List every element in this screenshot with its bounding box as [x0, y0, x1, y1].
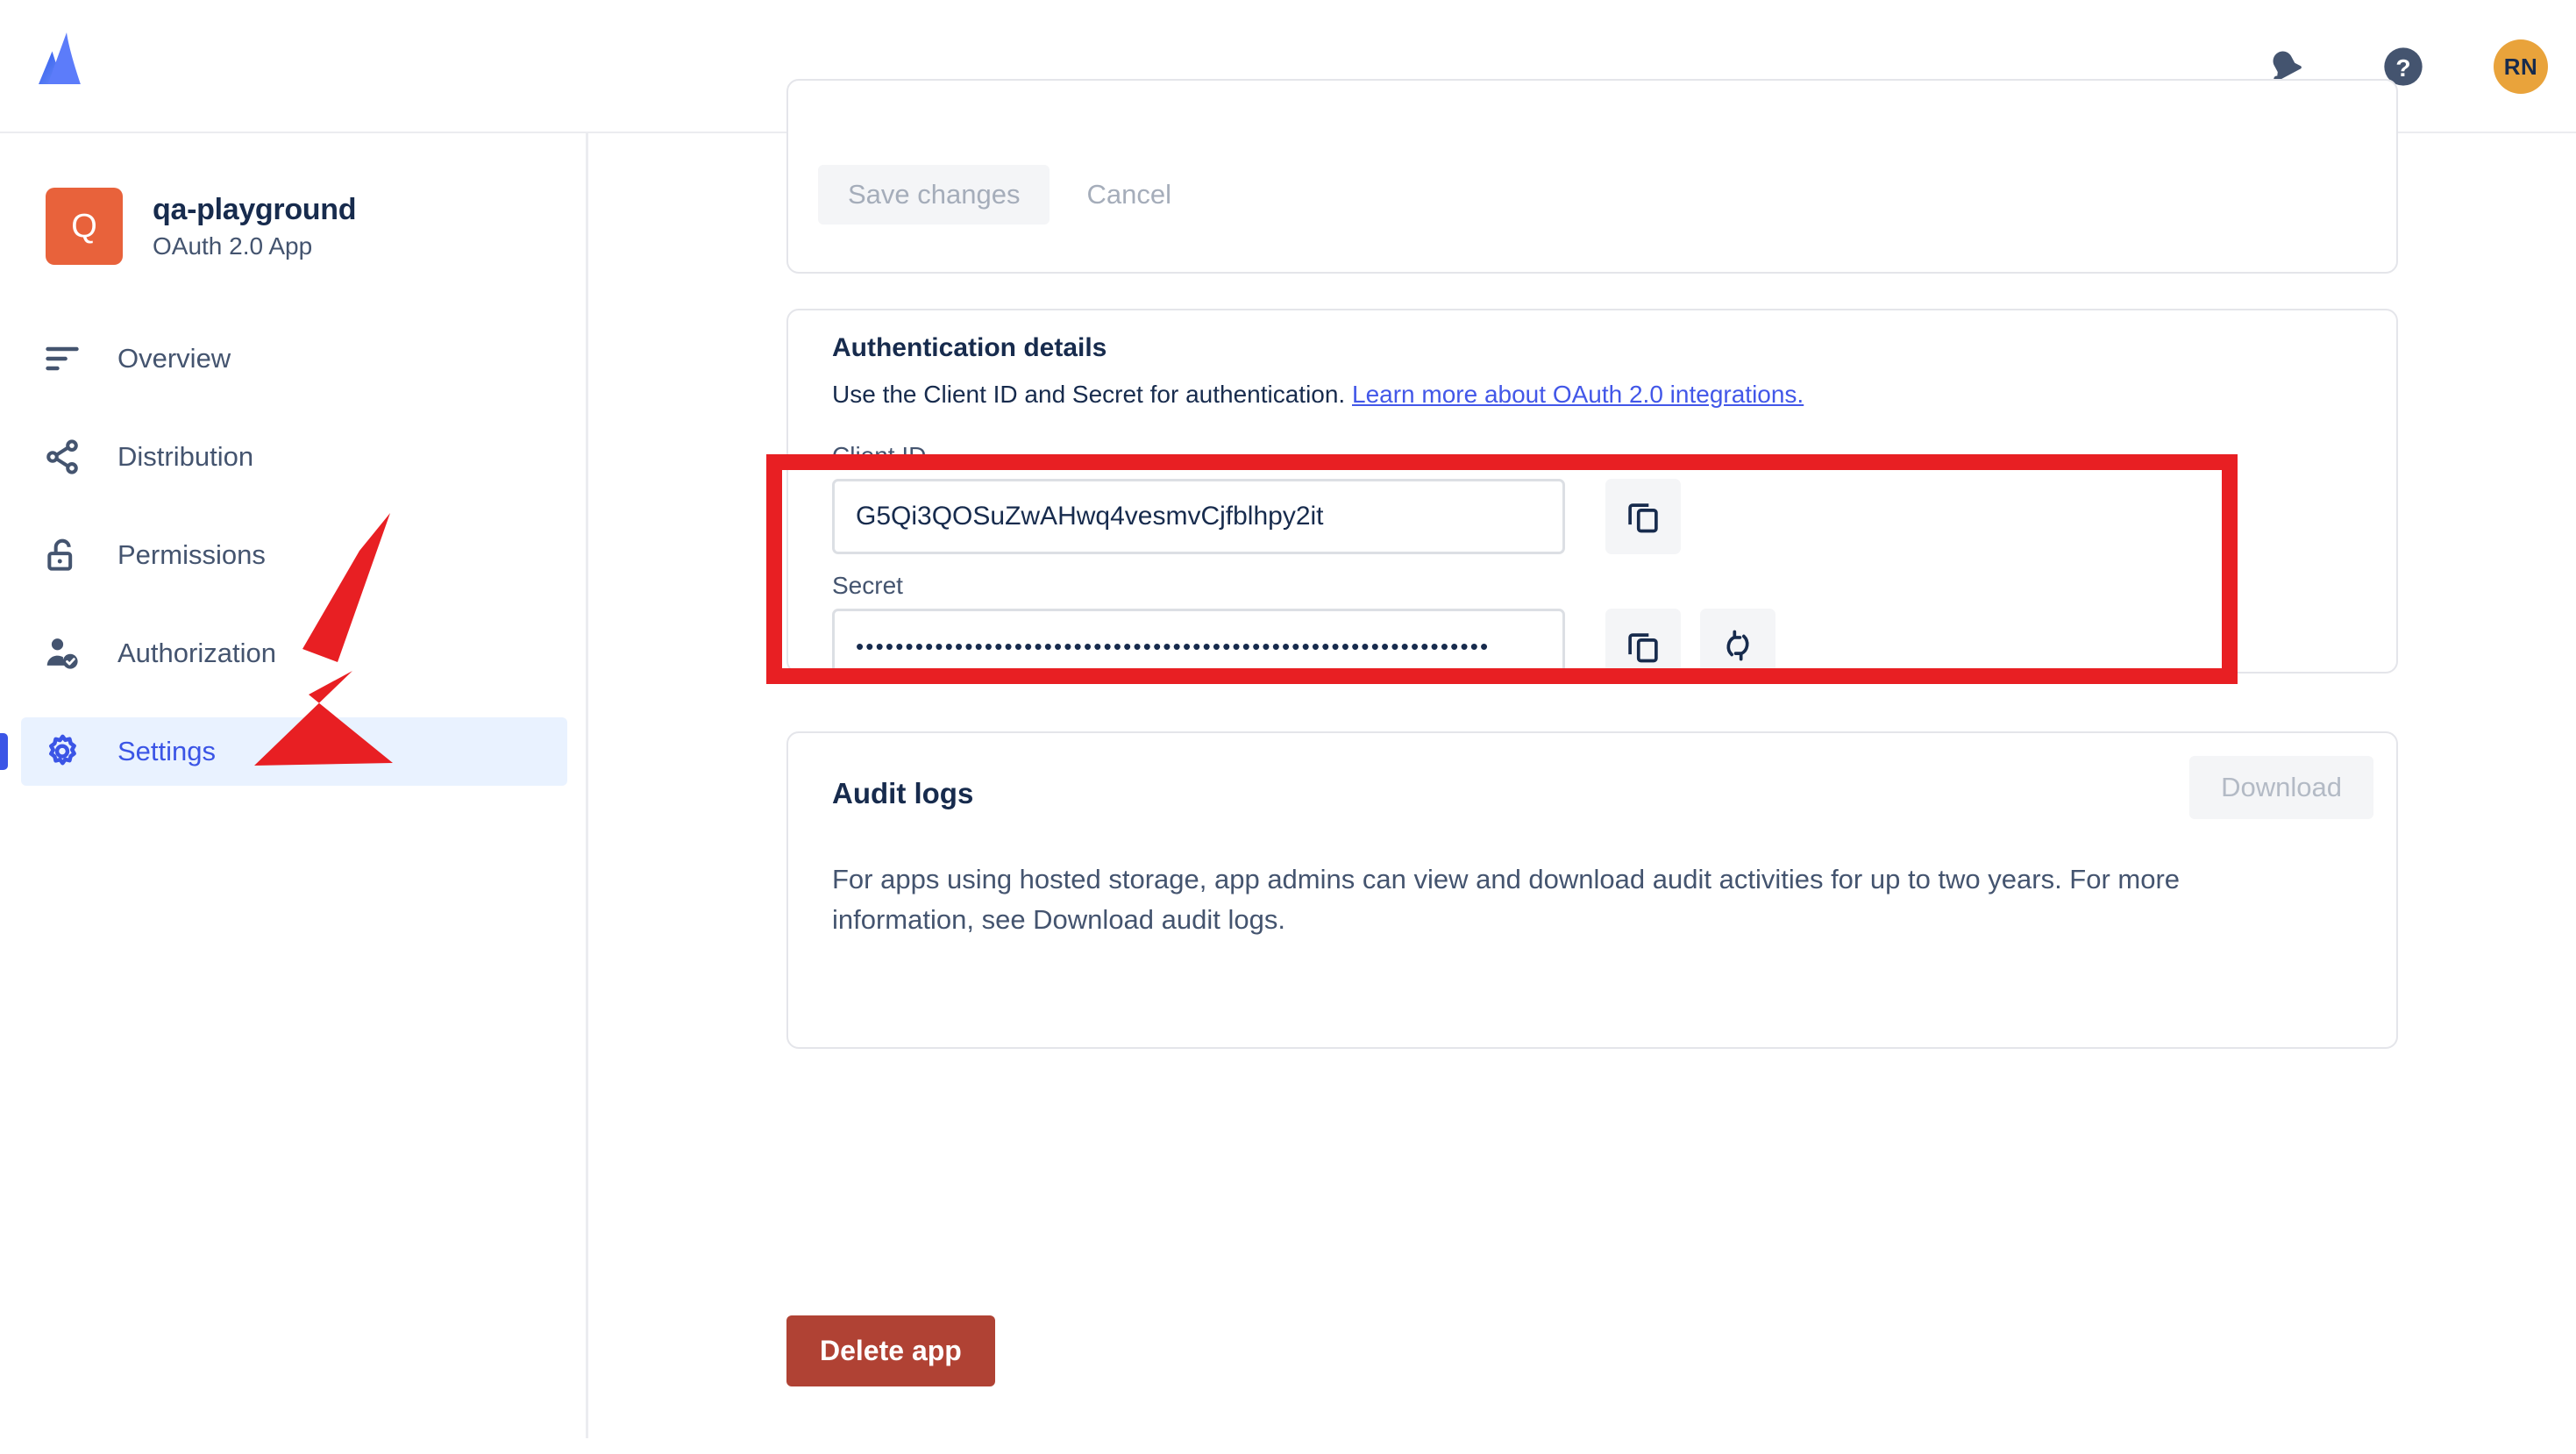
download-audit-logs-button[interactable]: Download — [2189, 756, 2373, 819]
copy-secret-button[interactable] — [1605, 609, 1681, 684]
sidebar-nav: Overview Distribution Permissions Author… — [0, 324, 588, 816]
user-avatar[interactable]: RN — [2494, 39, 2548, 94]
rotate-secret-button[interactable] — [1700, 609, 1775, 684]
svg-text:?: ? — [2395, 54, 2410, 82]
sidebar-item-distribution[interactable]: Distribution — [21, 423, 567, 491]
authentication-details-card: Authentication details Use the Client ID… — [786, 309, 2398, 684]
secret-masked-value: ••••••••••••••••••••••••••••••••••••••••… — [856, 633, 1491, 659]
sidebar-item-permissions[interactable]: Permissions — [21, 521, 567, 589]
copy-icon — [1625, 627, 1662, 666]
sidebar: Q qa-playground OAuth 2.0 App Overview D… — [0, 133, 588, 1438]
cancel-button[interactable]: Cancel — [1067, 165, 1191, 225]
sidebar-item-settings[interactable]: Settings — [0, 717, 567, 786]
app-avatar-letter: Q — [71, 207, 97, 245]
unlock-icon — [42, 535, 82, 575]
sidebar-app-header: Q qa-playground OAuth 2.0 App — [46, 188, 357, 265]
secret-input[interactable]: ••••••••••••••••••••••••••••••••••••••••… — [832, 609, 1565, 684]
sidebar-item-label: Settings — [117, 736, 217, 766]
main-content: Save changes Cancel Authentication detai… — [588, 79, 2576, 1454]
copy-icon — [1625, 497, 1662, 537]
sidebar-item-label: Permissions — [117, 539, 266, 570]
secret-label: Secret — [832, 572, 903, 599]
audit-logs-card: Audit logs Download For apps using hoste… — [786, 731, 2398, 1049]
gear-icon — [42, 731, 82, 772]
auth-subtitle-text: Use the Client ID and Secret for authent… — [832, 381, 1346, 408]
list-icon — [42, 339, 82, 379]
delete-app-button[interactable]: Delete app — [786, 1315, 995, 1386]
avatar-initials: RN — [2503, 53, 2538, 80]
form-actions: Save changes Cancel — [818, 165, 1191, 225]
app-type: OAuth 2.0 App — [153, 232, 313, 260]
settings-form-card: Save changes Cancel — [786, 79, 2398, 274]
sidebar-item-authorization[interactable]: Authorization — [21, 619, 567, 688]
app-root: ? RN Q qa-playground OAuth 2.0 App Overv… — [0, 0, 2576, 1454]
app-avatar: Q — [46, 188, 123, 265]
sidebar-item-label: Authorization — [117, 638, 276, 668]
refresh-icon — [1719, 627, 1756, 666]
copy-client-id-button[interactable] — [1605, 479, 1681, 554]
client-id-input[interactable] — [832, 479, 1565, 554]
atlassian-logo[interactable] — [33, 30, 96, 88]
auth-section-title: Authentication details — [832, 333, 1107, 362]
sidebar-item-overview[interactable]: Overview — [21, 324, 567, 393]
sidebar-item-label: Distribution — [117, 441, 254, 472]
audit-logs-description: For apps using hosted storage, app admin… — [832, 864, 2181, 935]
learn-more-link[interactable]: Learn more about OAuth 2.0 integrations. — [1352, 381, 1804, 408]
user-check-icon — [42, 633, 82, 674]
client-id-label: Client ID — [832, 442, 927, 469]
sidebar-item-label: Overview — [117, 343, 231, 374]
auth-section-subtitle: Use the Client ID and Secret for authent… — [832, 381, 1804, 409]
share-icon — [42, 437, 82, 477]
audit-logs-title: Audit logs — [832, 777, 974, 809]
app-name: qa-playground — [153, 192, 357, 226]
save-changes-button[interactable]: Save changes — [818, 165, 1050, 225]
